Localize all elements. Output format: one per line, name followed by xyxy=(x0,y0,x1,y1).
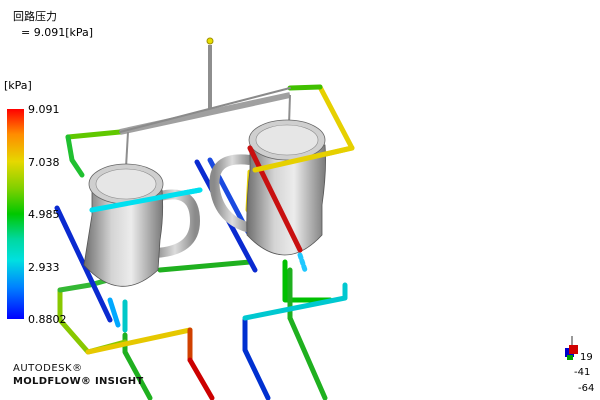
cooling-line xyxy=(287,84,323,91)
legend-tick: 2.933 xyxy=(28,261,60,274)
cooling-line xyxy=(57,277,111,293)
legend-tick: 7.038 xyxy=(28,156,60,169)
axis-label: -64 xyxy=(578,383,595,394)
axis-label: 19 xyxy=(580,352,593,363)
cooling-line xyxy=(242,317,271,400)
cooling-line xyxy=(65,129,123,140)
cooling-line xyxy=(157,259,253,273)
cooling-line xyxy=(85,327,193,355)
color-legend-bar xyxy=(7,109,24,319)
legend-tick: 0.8802 xyxy=(28,313,67,326)
cooling-line xyxy=(297,252,308,273)
result-title: 回路压力 xyxy=(13,10,57,23)
legend-tick: 4.985 xyxy=(28,208,60,221)
cooling-line xyxy=(187,357,215,400)
axis-label: -41 xyxy=(574,367,591,378)
axis-x-cube xyxy=(569,345,578,354)
legend-unit: [kPa] xyxy=(4,79,32,92)
autodesk-logo: AUTODESK® xyxy=(13,363,83,374)
result-value: = 9.091[kPa] xyxy=(21,26,94,39)
axis-triad[interactable] xyxy=(565,336,578,360)
axis-y-cube xyxy=(567,355,573,360)
cooling-line xyxy=(287,315,328,400)
moldflow-logo: MOLDFLOW® INSIGHT xyxy=(13,376,144,387)
model-viewport[interactable] xyxy=(0,0,600,400)
legend-tick: 9.091 xyxy=(28,103,60,116)
cooling-line xyxy=(65,134,85,178)
